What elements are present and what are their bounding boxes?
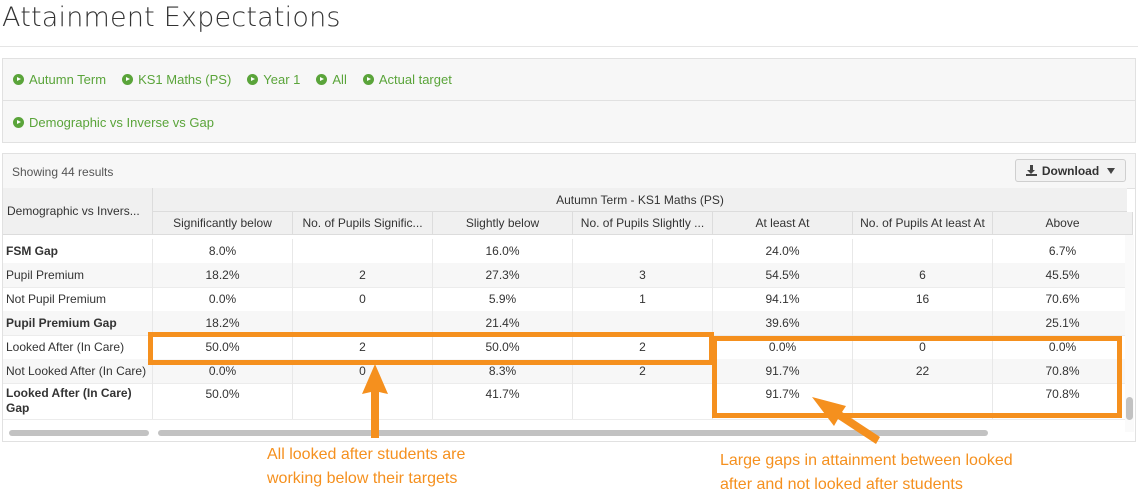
annotation-left-line-2: working below their targets: [267, 470, 458, 487]
annotation-right-line-1: Large gaps in attainment between looked: [720, 452, 1013, 469]
annotation-right-note: Large gaps in attainment between looked …: [720, 449, 1013, 497]
annotation-right-line-2: after and not looked after students: [720, 476, 963, 493]
annotation-left-line-1: All looked after students are: [267, 446, 466, 463]
arrow-to-gap-box: [812, 397, 880, 444]
arrow-up-left-note: [362, 364, 388, 438]
annotation-arrows: [362, 364, 880, 444]
annotation-left-note: All looked after students are working be…: [267, 443, 465, 491]
